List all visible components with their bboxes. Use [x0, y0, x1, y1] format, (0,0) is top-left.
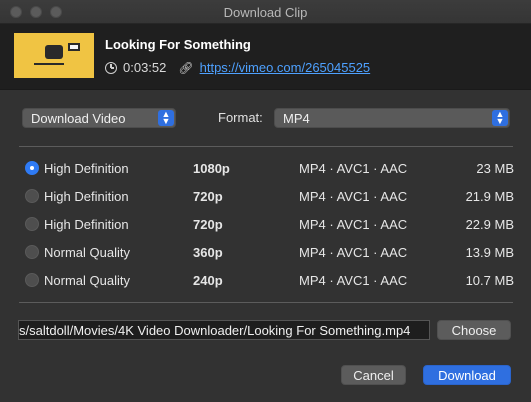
- quality-label: Normal Quality: [44, 273, 130, 288]
- video-title: Looking For Something: [105, 37, 251, 52]
- format-label: Format:: [218, 110, 263, 125]
- codec-label: MP4 · AVC1 · AAC: [299, 273, 408, 288]
- radio-button[interactable]: [25, 217, 39, 231]
- file-size-label: 21.9 MB: [465, 189, 514, 204]
- radio-button[interactable]: [25, 245, 39, 259]
- codec-label: MP4 · AVC1 · AAC: [299, 189, 408, 204]
- quality-option-row[interactable]: High Definition 1080p MP4 · AVC1 · AAC 2…: [22, 159, 514, 179]
- download-clip-window: Download Clip Looking For Something 0:03…: [0, 0, 531, 402]
- divider: [19, 146, 513, 147]
- quality-option-row[interactable]: Normal Quality 240p MP4 · AVC1 · AAC 10.…: [22, 271, 514, 291]
- radio-button[interactable]: [25, 273, 39, 287]
- video-meta: 0:03:52 🔗︎ https://vimeo.com/265045525: [105, 60, 370, 75]
- file-size-label: 13.9 MB: [465, 245, 514, 260]
- video-url-link[interactable]: https://vimeo.com/265045525: [200, 60, 371, 75]
- title-bar[interactable]: Download Clip: [0, 0, 531, 24]
- radio-button-selected[interactable]: [25, 161, 39, 175]
- choose-folder-button[interactable]: Choose: [437, 320, 511, 340]
- resolution-label: 360p: [193, 245, 223, 260]
- quality-label: High Definition: [44, 161, 129, 176]
- video-duration: 0:03:52: [123, 60, 167, 75]
- divider: [19, 302, 513, 303]
- resolution-label: 1080p: [193, 161, 230, 176]
- save-path-field[interactable]: s/saltdoll/Movies/4K Video Downloader/Lo…: [18, 320, 430, 340]
- resolution-label: 720p: [193, 217, 223, 232]
- up-down-arrows-icon: ▲ ▼: [158, 110, 174, 126]
- resolution-label: 720p: [193, 189, 223, 204]
- download-type-select[interactable]: Download Video ▲ ▼: [22, 108, 176, 128]
- cancel-button[interactable]: Cancel: [341, 365, 406, 385]
- codec-label: MP4 · AVC1 · AAC: [299, 161, 408, 176]
- resolution-label: 240p: [193, 273, 223, 288]
- up-down-arrows-icon: ▲ ▼: [492, 110, 508, 126]
- download-button[interactable]: Download: [423, 365, 511, 385]
- codec-label: MP4 · AVC1 · AAC: [299, 217, 408, 232]
- quality-option-row[interactable]: High Definition 720p MP4 · AVC1 · AAC 22…: [22, 215, 514, 235]
- file-size-label: 10.7 MB: [465, 273, 514, 288]
- quality-option-row[interactable]: Normal Quality 360p MP4 · AVC1 · AAC 13.…: [22, 243, 514, 263]
- quality-option-row[interactable]: High Definition 720p MP4 · AVC1 · AAC 21…: [22, 187, 514, 207]
- video-thumbnail: [14, 33, 94, 78]
- format-value: MP4: [283, 111, 310, 126]
- clock-icon: [105, 61, 117, 74]
- download-type-value: Download Video: [31, 111, 126, 126]
- radio-button[interactable]: [25, 189, 39, 203]
- quality-label: High Definition: [44, 217, 129, 232]
- file-size-label: 23 MB: [476, 161, 514, 176]
- window-title: Download Clip: [223, 5, 308, 20]
- link-icon: 🔗︎: [178, 60, 194, 75]
- quality-label: High Definition: [44, 189, 129, 204]
- save-path-value: s/saltdoll/Movies/4K Video Downloader/Lo…: [19, 323, 411, 338]
- quality-label: Normal Quality: [44, 245, 130, 260]
- format-select[interactable]: MP4 ▲ ▼: [274, 108, 510, 128]
- file-size-label: 22.9 MB: [465, 217, 514, 232]
- video-info-header: Looking For Something 0:03:52 🔗︎ https:/…: [0, 24, 531, 90]
- codec-label: MP4 · AVC1 · AAC: [299, 245, 408, 260]
